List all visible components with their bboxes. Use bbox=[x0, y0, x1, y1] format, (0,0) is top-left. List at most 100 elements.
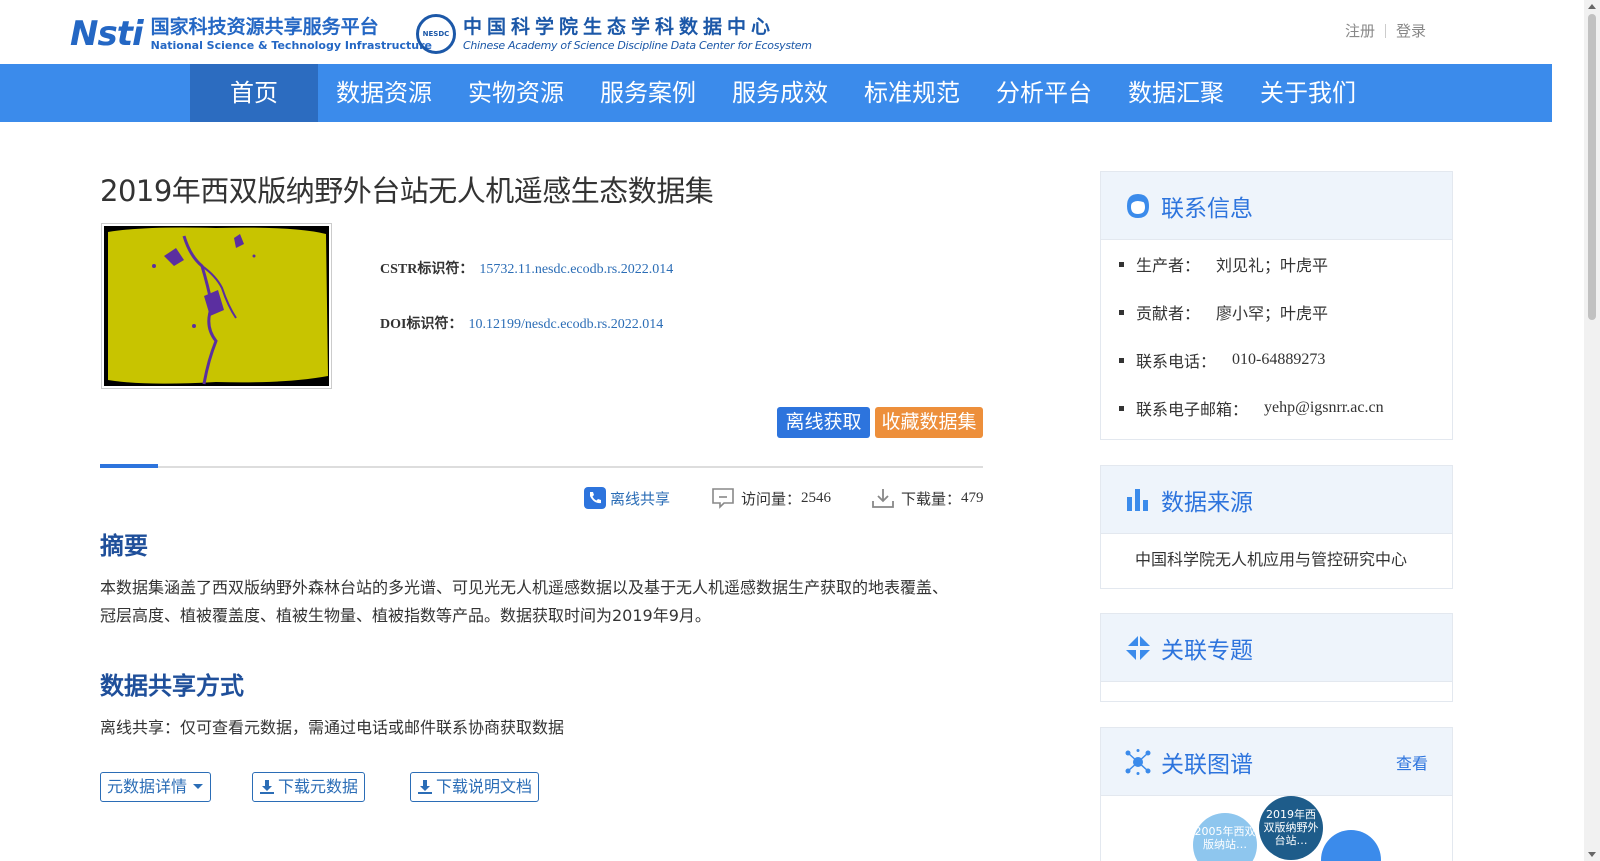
sharing-text: 离线共享：仅可查看元数据，需通过电话或邮件联系协商获取数据 bbox=[100, 718, 565, 737]
view-graph-link[interactable]: 查看 bbox=[1396, 750, 1428, 774]
nsti-logo[interactable]: Nsti 国家科技资源共享服务平台 National Science & Tec… bbox=[70, 14, 432, 54]
metadata-detail-label: 元数据详情 bbox=[107, 777, 188, 796]
login-link[interactable]: 登录 bbox=[1396, 20, 1426, 41]
tab-underline-active bbox=[100, 464, 158, 468]
scroll-up-arrow-icon[interactable] bbox=[1588, 4, 1596, 9]
visits-count: 2546 bbox=[801, 489, 832, 506]
related-topics-title: 关联专题 bbox=[1161, 637, 1253, 664]
auth-divider bbox=[1384, 23, 1386, 38]
contact-card: 联系信息 生产者： 刘见礼；叶虎平 贡献者： 廖小罕；叶虎平 联系电话： 010-64… bbox=[1100, 171, 1453, 440]
dataset-thumbnail bbox=[101, 223, 332, 389]
nsti-logo-mark: Nsti bbox=[70, 14, 144, 54]
contact-value: 廖小罕；叶虎平 bbox=[1216, 304, 1329, 323]
download-icon bbox=[260, 780, 274, 794]
download-icon bbox=[418, 780, 432, 794]
comment-icon bbox=[712, 488, 734, 509]
bullet bbox=[1119, 405, 1124, 411]
dataset-title: 2019年西双版纳野外台站无人机遥感生态数据集 bbox=[100, 174, 714, 208]
visits-stat: 访问量： 2546 bbox=[711, 486, 831, 510]
download-doc-label: 下载说明文档 bbox=[436, 777, 533, 796]
cstr-link[interactable]: 15732.11.nesdc.ecodb.rs.2022.014 bbox=[479, 262, 673, 277]
contact-person-icon bbox=[1127, 193, 1149, 218]
metadata-detail-button[interactable]: 元数据详情 bbox=[100, 772, 212, 802]
graph-canvas: 2005年西双版纳站… 2019年西双版纳野外台站… bbox=[1101, 796, 1452, 861]
nsti-logo-cn: 国家科技资源共享服务平台 bbox=[150, 16, 379, 38]
auth-links: 注册 登录 bbox=[1345, 20, 1426, 41]
contact-label: 贡献者： bbox=[1136, 304, 1201, 323]
cstr-label: CSTR标识符： bbox=[380, 262, 474, 277]
nav-item-service-results[interactable]: 服务成效 bbox=[714, 64, 846, 122]
downloads-stat: 下载量： 479 bbox=[871, 486, 984, 510]
share-mode-text: 离线共享 bbox=[610, 489, 671, 508]
phone-icon bbox=[584, 487, 606, 509]
nesdc-logo[interactable]: NESDC 中国科学院生态学科数据中心 Chinese Academy of S… bbox=[416, 14, 812, 54]
contact-label: 联系电话： bbox=[1136, 352, 1217, 371]
nav-item-standards[interactable]: 标准规范 bbox=[846, 64, 978, 122]
download-metadata-button[interactable]: 下载元数据 bbox=[252, 772, 366, 802]
contact-label: 联系电子邮箱： bbox=[1136, 400, 1249, 419]
share-mode-stat: 离线共享 bbox=[584, 486, 670, 510]
bullet bbox=[1119, 261, 1124, 267]
graph-node[interactable]: 2019年西双版纳野外台站… bbox=[1259, 796, 1323, 860]
page-scrollbar[interactable] bbox=[1584, 0, 1600, 861]
contact-card-header: 联系信息 bbox=[1101, 172, 1452, 240]
nav-item-data-resources[interactable]: 数据资源 bbox=[318, 64, 450, 122]
visits-label: 访问量： bbox=[741, 489, 802, 508]
nav-item-about-us[interactable]: 关于我们 bbox=[1242, 64, 1374, 122]
cstr-row: CSTR标识符： 15732.11.nesdc.ecodb.rs.2022.014 bbox=[380, 258, 673, 278]
abstract-text: 本数据集涵盖了西双版纳野外森林台站的多光谱、可见光无人机遥感数据以及基于无人机遥… bbox=[100, 578, 949, 625]
abstract-heading: 摘要 bbox=[100, 532, 148, 560]
related-topics-card: 关联专题 bbox=[1100, 613, 1453, 702]
graph-node[interactable]: 2005年西双版纳站… bbox=[1193, 813, 1257, 861]
download-metadata-label: 下载元数据 bbox=[278, 777, 359, 796]
nav-item-home[interactable]: 首页 bbox=[190, 64, 318, 122]
data-source-header: 数据来源 bbox=[1101, 466, 1452, 534]
scroll-down-arrow-icon[interactable] bbox=[1588, 852, 1596, 857]
doi-label: DOI标识符： bbox=[380, 317, 463, 332]
related-graph-header: 关联图谱 查看 bbox=[1101, 728, 1452, 796]
related-graph-card: 关联图谱 查看 2005年西双版纳站… 2019年西双版纳野外台站… bbox=[1100, 727, 1453, 861]
top-header: Nsti 国家科技资源共享服务平台 National Science & Tec… bbox=[0, 0, 1552, 64]
contact-title: 联系信息 bbox=[1161, 195, 1253, 222]
nav-item-data-aggregation[interactable]: 数据汇聚 bbox=[1110, 64, 1242, 122]
related-topics-header: 关联专题 bbox=[1101, 614, 1452, 682]
caret-down-icon bbox=[193, 784, 204, 789]
sharing-heading: 数据共享方式 bbox=[100, 672, 244, 700]
contact-phone[interactable]: 010-64889273 bbox=[1232, 351, 1325, 369]
bullet bbox=[1119, 357, 1124, 363]
network-graph-icon bbox=[1125, 748, 1151, 775]
downloads-label: 下载量： bbox=[901, 489, 962, 508]
download-doc-button[interactable]: 下载说明文档 bbox=[410, 772, 540, 802]
graph-node[interactable] bbox=[1321, 830, 1381, 861]
contact-item: 生产者： 刘见礼；叶虎平 bbox=[1119, 240, 1434, 288]
topic-diamond-icon bbox=[1126, 635, 1150, 660]
nesdc-seal-icon: NESDC bbox=[416, 14, 456, 54]
scroll-thumb[interactable] bbox=[1588, 14, 1596, 320]
bullet bbox=[1119, 309, 1124, 315]
offline-get-button[interactable]: 离线获取 bbox=[777, 407, 870, 438]
data-source-card: 数据来源 中国科学院无人机应用与管控研究中心 bbox=[1100, 465, 1453, 589]
contact-item: 联系电话： 010-64889273 bbox=[1119, 336, 1434, 384]
main-nav: 首页 数据资源 实物资源 服务案例 服务成效 标准规范 分析平台 数据汇聚 关于… bbox=[0, 64, 1552, 122]
favorite-dataset-button[interactable]: 收藏数据集 bbox=[875, 407, 983, 438]
nav-item-service-cases[interactable]: 服务案例 bbox=[582, 64, 714, 122]
nesdc-logo-en: Chinese Academy of Science Discipline Da… bbox=[463, 39, 812, 52]
doi-row: DOI标识符： 10.12199/nesdc.ecodb.rs.2022.014 bbox=[380, 313, 663, 333]
contact-label: 生产者： bbox=[1136, 256, 1201, 275]
contact-item: 贡献者： 廖小罕；叶虎平 bbox=[1119, 288, 1434, 336]
nsti-logo-en: National Science & Technology Infrastruc… bbox=[150, 39, 432, 52]
nav-item-analysis-platform[interactable]: 分析平台 bbox=[978, 64, 1110, 122]
nesdc-logo-cn: 中国科学院生态学科数据中心 bbox=[463, 16, 776, 38]
contact-email[interactable]: yehp@igsnrr.ac.cn bbox=[1264, 399, 1384, 417]
tab-underline bbox=[100, 464, 983, 468]
register-link[interactable]: 注册 bbox=[1345, 20, 1375, 41]
contact-value: 刘见礼；叶虎平 bbox=[1216, 256, 1329, 275]
bar-chart-icon bbox=[1127, 488, 1148, 511]
data-source-title: 数据来源 bbox=[1161, 489, 1253, 516]
download-icon bbox=[872, 489, 894, 508]
remote-sensing-map-image bbox=[104, 226, 329, 386]
data-source-text: 中国科学院无人机应用与管控研究中心 bbox=[1135, 550, 1408, 569]
contact-item: 联系电子邮箱： yehp@igsnrr.ac.cn bbox=[1119, 384, 1434, 432]
nav-item-physical-resources[interactable]: 实物资源 bbox=[450, 64, 582, 122]
doi-link[interactable]: 10.12199/nesdc.ecodb.rs.2022.014 bbox=[468, 317, 663, 332]
